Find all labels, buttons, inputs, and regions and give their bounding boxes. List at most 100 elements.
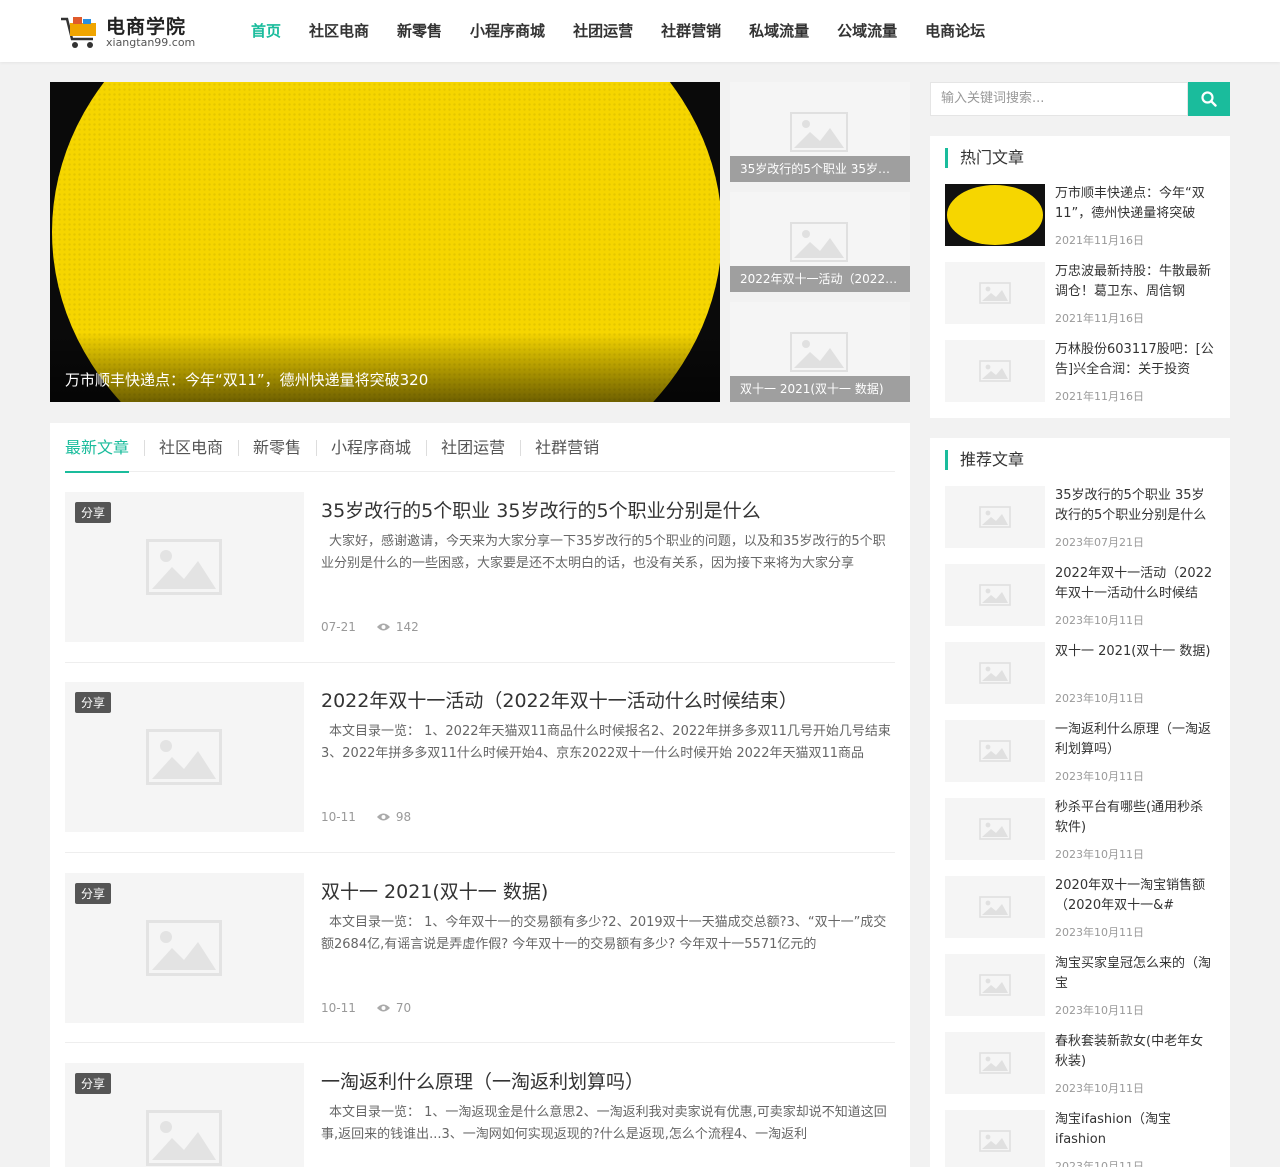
article-title[interactable]: 淘宝ifashion（淘宝ifashion — [1055, 1110, 1215, 1150]
article-thumbnail[interactable] — [945, 642, 1045, 704]
nav-home[interactable]: 首页 — [237, 0, 295, 62]
article-thumbnail[interactable] — [945, 564, 1045, 626]
tab-latest[interactable]: 最新文章 — [65, 423, 144, 473]
article-list-panel: 最新文章 社区电商 新零售 小程序商城 社团运营 社群营销 分享 35岁改行的5… — [50, 423, 910, 1167]
nav-public-traffic[interactable]: 公域流量 — [823, 0, 911, 62]
image-placeholder-icon — [979, 896, 1011, 918]
article-thumbnail[interactable]: 分享 — [65, 492, 304, 642]
hot-article-item[interactable]: 万忠波最新持股：牛散最新调仓！葛卫东、周信钢 2021年11月16日 — [945, 262, 1215, 325]
article-title[interactable]: 万市顺丰快递点：今年“双11”，德州快递量将突破320 — [1055, 184, 1215, 224]
recommended-article-item[interactable]: 淘宝ifashion（淘宝ifashion 2023年10月11日 — [945, 1110, 1215, 1167]
hero-title[interactable]: 万市顺丰快递点：今年“双11”，德州快递量将突破320 — [65, 369, 428, 390]
site-header: 电商学院 xiangtan99.com 首页 社区电商 新零售 小程序商城 社团… — [0, 0, 1280, 62]
recommended-article-item[interactable]: 35岁改行的5个职业 35岁改行的5个职业分别是什么 2023年07月21日 — [945, 486, 1215, 549]
tab-community-ecommerce[interactable]: 社区电商 — [144, 423, 238, 472]
tab-new-retail[interactable]: 新零售 — [238, 423, 316, 472]
nav-new-retail[interactable]: 新零售 — [383, 0, 456, 62]
article-thumbnail[interactable]: 分享 — [65, 873, 304, 1023]
article-meta: 10-11 70 — [321, 1001, 411, 1015]
article-thumbnail[interactable] — [945, 720, 1045, 782]
category-tabs: 最新文章 社区电商 新零售 小程序商城 社团运营 社群营销 — [65, 423, 895, 473]
article-thumbnail[interactable] — [945, 954, 1045, 1016]
image-placeholder-icon — [146, 920, 222, 976]
slider-side-caption[interactable]: 双十一 2021(双十一 数据) — [730, 376, 910, 402]
slider-side-caption[interactable]: 2022年双十一活动（2022年双十一活动什么时候结束） — [730, 266, 910, 292]
article-title[interactable]: 春秋套装新款女(中老年女秋装) — [1055, 1032, 1215, 1072]
image-placeholder-icon — [146, 729, 222, 785]
tab-mini-program-mall[interactable]: 小程序商城 — [316, 423, 426, 472]
article-thumbnail[interactable] — [945, 1110, 1045, 1167]
eye-icon — [376, 813, 390, 821]
slider-side-caption[interactable]: 35岁改行的5个职业 35岁改行的5个职业分别是什么 — [730, 156, 910, 182]
slider-side-item[interactable]: 2022年双十一活动（2022年双十一活动什么时候结束） — [730, 192, 910, 292]
recommended-article-item[interactable]: 淘宝买家皇冠怎么来的（淘宝 2023年10月11日 — [945, 954, 1215, 1017]
image-placeholder-icon — [790, 112, 848, 152]
article-date: 2021年11月16日 — [1055, 390, 1144, 403]
nav-mini-program-mall[interactable]: 小程序商城 — [456, 0, 559, 62]
nav-group-operation[interactable]: 社团运营 — [559, 0, 647, 62]
hero-slide[interactable]: 万市顺丰快递点：今年“双11”，德州快递量将突破320 — [50, 82, 720, 402]
image-placeholder-icon — [979, 740, 1011, 762]
article-meta: 10-11 98 — [321, 810, 411, 824]
site-logo[interactable]: 电商学院 xiangtan99.com — [60, 10, 200, 52]
article-thumbnail[interactable] — [945, 1032, 1045, 1094]
hot-article-item[interactable]: 万市顺丰快递点：今年“双11”，德州快递量将突破320 2021年11月16日 — [945, 184, 1215, 247]
search-input[interactable]: 输入关键词搜索... — [930, 82, 1188, 116]
share-badge[interactable]: 分享 — [75, 692, 112, 713]
article-date: 2023年10月11日 — [1055, 1082, 1144, 1095]
article-title[interactable]: 万忠波最新持股：牛散最新调仓！葛卫东、周信钢 — [1055, 262, 1215, 302]
image-placeholder-icon — [790, 222, 848, 262]
hot-article-item[interactable]: 万林股份603117股吧：[公告]兴全合润：关于投资 2021年11月16日 — [945, 340, 1215, 403]
image-placeholder-icon — [146, 1110, 222, 1166]
recommended-article-item[interactable]: 一淘返利什么原理（一淘返利划算吗） 2023年10月11日 — [945, 720, 1215, 783]
article-date: 2023年10月11日 — [1055, 770, 1144, 783]
slider-side-item[interactable]: 35岁改行的5个职业 35岁改行的5个职业分别是什么 — [730, 82, 910, 182]
article-thumbnail[interactable] — [945, 340, 1045, 402]
share-badge[interactable]: 分享 — [75, 502, 112, 523]
article-thumbnail[interactable] — [945, 486, 1045, 548]
article-title[interactable]: 2022年双十一活动（2022年双十一活动什么时候结束） — [321, 686, 895, 713]
article-thumbnail[interactable] — [945, 184, 1045, 246]
article-date: 2023年10月11日 — [1055, 1004, 1144, 1017]
article-item: 分享 一淘返利什么原理（一淘返利划算吗） 本文目录一览： 1、一淘返现金是什么意… — [65, 1063, 895, 1167]
article-title[interactable]: 一淘返利什么原理（一淘返利划算吗） — [1055, 720, 1215, 760]
article-thumbnail[interactable] — [945, 262, 1045, 324]
article-title[interactable]: 万林股份603117股吧：[公告]兴全合润：关于投资 — [1055, 340, 1215, 380]
recommended-article-item[interactable]: 2022年双十一活动（2022年双十一活动什么时候结束） 2023年10月11日 — [945, 564, 1215, 627]
article-title[interactable]: 双十一 2021(双十一 数据) — [321, 877, 895, 904]
nav-community-marketing[interactable]: 社群营销 — [647, 0, 735, 62]
article-thumbnail[interactable]: 分享 — [65, 1063, 304, 1167]
hot-articles-widget: 热门文章 万市顺丰快递点：今年“双11”，德州快递量将突破320 2021年11… — [930, 136, 1230, 418]
nav-ecommerce-forum[interactable]: 电商论坛 — [911, 0, 999, 62]
article-title[interactable]: 一淘返利什么原理（一淘返利划算吗） — [321, 1067, 895, 1094]
tab-group-operation[interactable]: 社团运营 — [426, 423, 520, 472]
slider-side-item[interactable]: 双十一 2021(双十一 数据) — [730, 302, 910, 402]
article-title[interactable]: 35岁改行的5个职业 35岁改行的5个职业分别是什么 — [321, 496, 895, 523]
share-badge[interactable]: 分享 — [75, 1073, 112, 1094]
recommended-article-item[interactable]: 双十一 2021(双十一 数据) 2023年10月11日 — [945, 642, 1215, 705]
article-date: 07-21 — [321, 620, 356, 634]
article-title[interactable]: 秒杀平台有哪些(通用秒杀软件) — [1055, 798, 1215, 838]
article-title[interactable]: 35岁改行的5个职业 35岁改行的5个职业分别是什么 — [1055, 486, 1215, 526]
article-date: 2023年10月11日 — [1055, 926, 1144, 939]
search-button[interactable] — [1188, 82, 1230, 116]
recommended-article-item[interactable]: 2020年双十一淘宝销售额（2020年双十一&# 2023年10月11日 — [945, 876, 1215, 939]
divider — [65, 852, 895, 853]
recommended-article-item[interactable]: 春秋套装新款女(中老年女秋装) 2023年10月11日 — [945, 1032, 1215, 1095]
article-title[interactable]: 淘宝买家皇冠怎么来的（淘宝 — [1055, 954, 1215, 994]
nav-community-ecommerce[interactable]: 社区电商 — [295, 0, 383, 62]
article-title[interactable]: 双十一 2021(双十一 数据) — [1055, 642, 1215, 682]
article-thumbnail[interactable] — [945, 798, 1045, 860]
article-title[interactable]: 2022年双十一活动（2022年双十一活动什么时候结束） — [1055, 564, 1215, 604]
article-meta: 07-21 142 — [321, 620, 419, 634]
share-badge[interactable]: 分享 — [75, 883, 112, 904]
article-thumbnail[interactable]: 分享 — [65, 682, 304, 832]
article-date: 2021年11月16日 — [1055, 312, 1144, 325]
tab-community-marketing[interactable]: 社群营销 — [520, 423, 614, 472]
article-thumbnail[interactable] — [945, 876, 1045, 938]
shopping-cart-icon — [61, 17, 96, 48]
nav-private-traffic[interactable]: 私域流量 — [735, 0, 823, 62]
recommended-article-item[interactable]: 秒杀平台有哪些(通用秒杀软件) 2023年10月11日 — [945, 798, 1215, 861]
image-placeholder-icon — [979, 662, 1011, 684]
article-title[interactable]: 2020年双十一淘宝销售额（2020年双十一&# — [1055, 876, 1215, 916]
